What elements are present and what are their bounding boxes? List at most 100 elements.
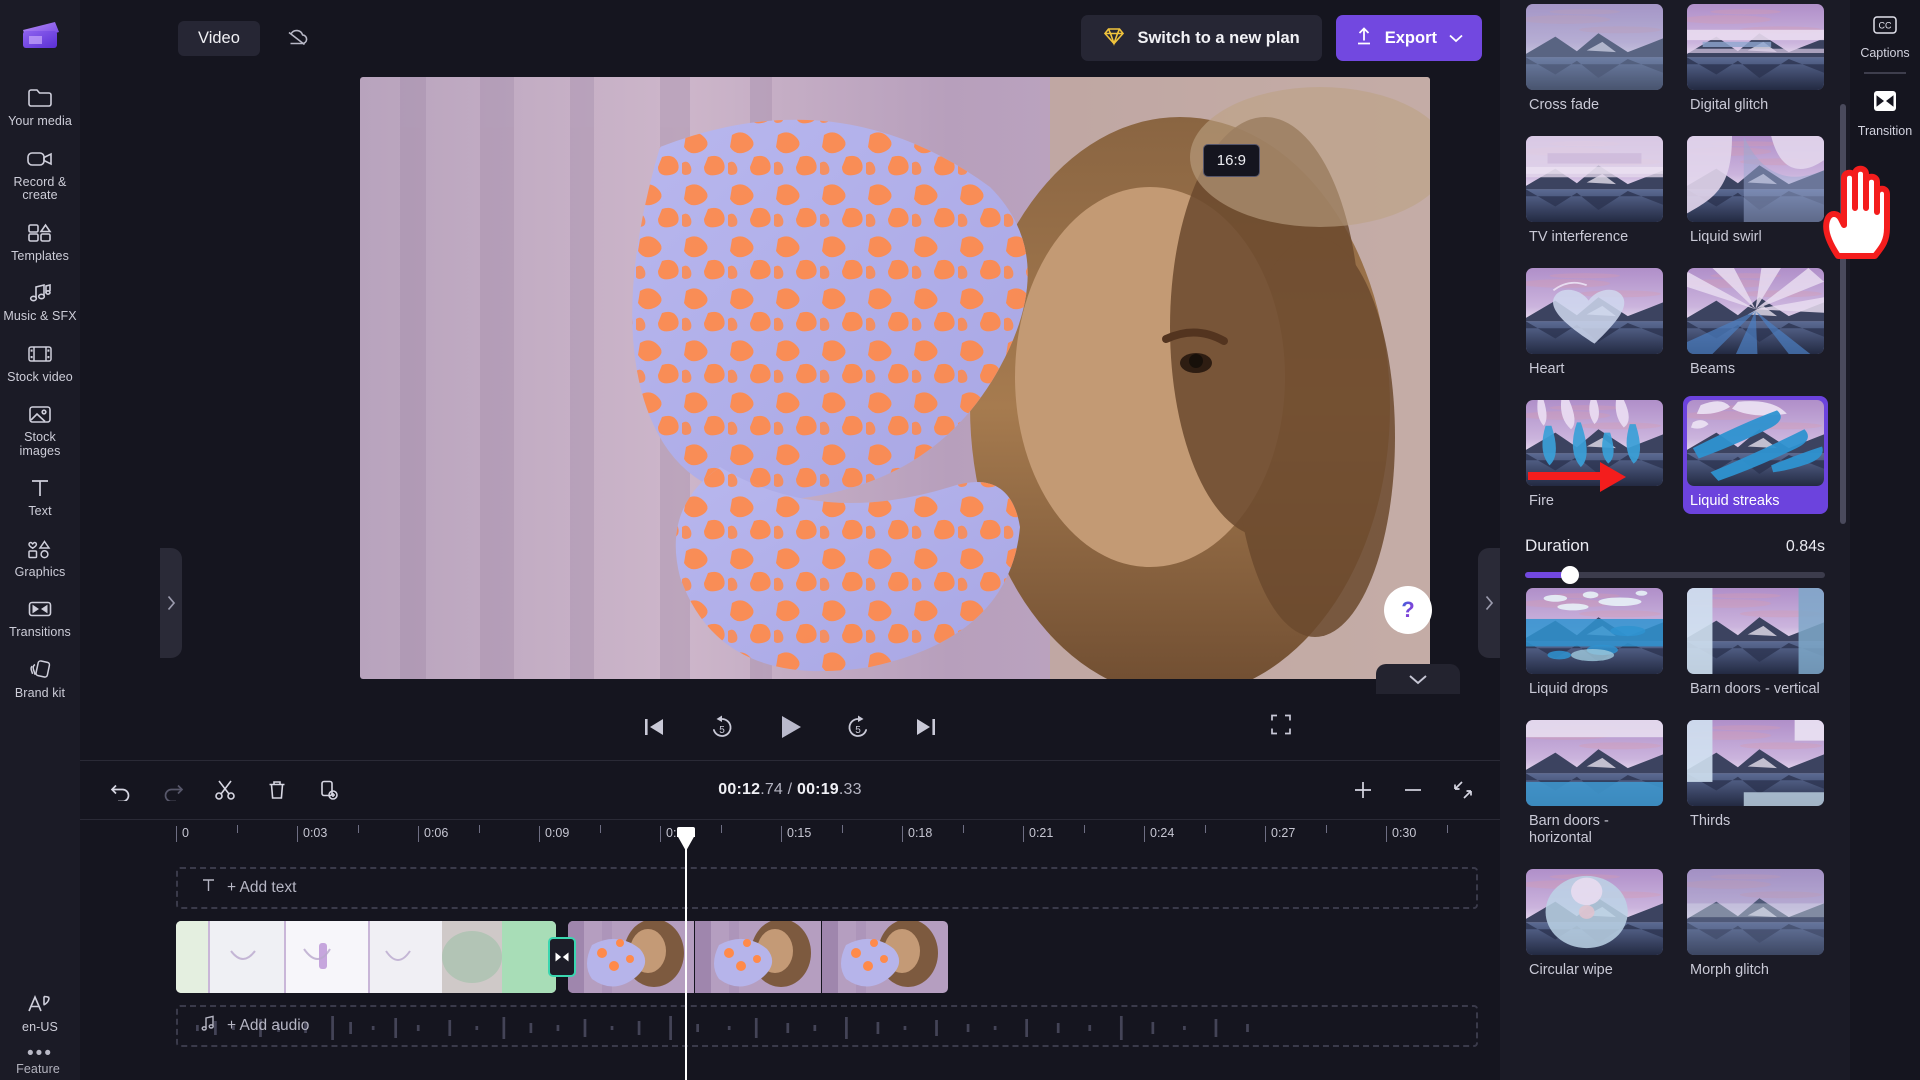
fullscreen-icon[interactable] (1270, 714, 1292, 741)
current-time: 00:12 (718, 781, 761, 798)
export-button[interactable]: Export (1335, 15, 1482, 61)
minus-icon[interactable] (1400, 777, 1426, 803)
video-tab[interactable]: Video (178, 20, 260, 56)
transition-card-cross-fade[interactable]: Cross fade (1522, 0, 1667, 118)
trash-icon[interactable] (260, 773, 294, 807)
help-button[interactable]: ? (1384, 586, 1432, 634)
transition-card-morph-glitch[interactable]: Morph glitch (1683, 865, 1828, 983)
image-icon (26, 401, 54, 427)
redo-icon[interactable] (156, 773, 190, 807)
timeline-clip-a[interactable] (176, 921, 556, 993)
sidebar-item-record-create[interactable]: Record & create (0, 137, 80, 211)
transition-card-liquid-streaks[interactable]: Liquid streaks (1683, 396, 1828, 514)
cloud-offline-icon[interactable] (282, 23, 312, 53)
sidebar-item-stock-video[interactable]: Stock video (0, 332, 80, 393)
right-rail-captions[interactable]: CC Captions (1850, 0, 1920, 68)
transition-card-liquid-drops[interactable]: Liquid drops (1522, 584, 1667, 702)
transition-card-beams[interactable]: Beams (1683, 264, 1828, 382)
annotation-arrow-right (1528, 460, 1628, 499)
transition-card-liquid-swirl[interactable]: Liquid swirl (1683, 132, 1828, 250)
hand-cursor-annotation (1820, 160, 1898, 265)
transition-card-digital-glitch[interactable]: Digital glitch (1683, 0, 1828, 118)
collapse-preview-button[interactable] (1376, 664, 1460, 694)
aspect-ratio-button[interactable]: 16:9 (1202, 144, 1260, 177)
transition-card-barn-doors-horizontal[interactable]: Barn doors - horizontal (1522, 716, 1667, 851)
transition-chip[interactable] (548, 937, 576, 977)
timeline-ruler[interactable]: 00:030:060:090:120:150:180:210:240:270:3… (80, 819, 1500, 849)
sidebar-item-label: Text (28, 504, 52, 518)
audio-waveform (196, 1016, 1249, 1040)
sidebar-item-label: Stock images (19, 430, 61, 458)
expand-left-panel-button[interactable] (160, 548, 182, 658)
duration-slider[interactable] (1525, 566, 1825, 584)
transition-thumbnail-morph-glitch (1687, 869, 1824, 955)
right-rail-divider (1864, 72, 1906, 74)
timeline-clip-b[interactable] (568, 921, 948, 993)
rewind-5-icon[interactable]: 5 (705, 710, 739, 744)
ruler-subtick (841, 825, 843, 833)
transition-card-tv-interference[interactable]: TV interference (1522, 132, 1667, 250)
sidebar-item-music-sfx[interactable]: Music & SFX (0, 271, 80, 332)
transition-icon (1871, 88, 1899, 119)
sidebar-item-label: Brand kit (14, 685, 66, 700)
ruler-tick: 0:30 (1386, 826, 1416, 842)
sidebar-item-templates[interactable]: Templates (0, 211, 80, 272)
sidebar-item-text[interactable]: Text (0, 466, 80, 527)
text-track[interactable]: + Add text (176, 867, 1478, 909)
skip-previous-icon[interactable] (637, 710, 671, 744)
transition-card-heart[interactable]: Heart (1522, 264, 1667, 382)
transition-thumbnail-heart (1526, 268, 1663, 354)
sidebar-item-language[interactable]: en-US (0, 982, 80, 1043)
collapse-right-panel-button[interactable] (1478, 548, 1500, 658)
duration-slider-knob[interactable] (1561, 566, 1579, 584)
fit-to-screen-icon[interactable] (1450, 777, 1476, 803)
undo-icon[interactable] (104, 773, 138, 807)
video-preview[interactable] (360, 77, 1430, 679)
transition-card-thirds[interactable]: Thirds (1683, 716, 1828, 851)
play-button[interactable] (773, 710, 807, 744)
switch-plan-button[interactable]: Switch to a new plan (1081, 15, 1322, 61)
forward-5-icon[interactable]: 5 (841, 710, 875, 744)
ruler-tick: 0:03 (297, 826, 327, 842)
sidebar-item-label: Record & create (13, 174, 67, 202)
duplicate-icon[interactable] (312, 773, 346, 807)
right-rail-transition-label: Transition (1857, 124, 1913, 138)
sidebar-item-label: Music & SFX (3, 309, 77, 323)
sidebar-item-transitions[interactable]: Transitions (0, 587, 80, 648)
skip-next-icon[interactable] (909, 710, 943, 744)
timeline-toolbar: 00:12.74 / 00:19.33 (80, 761, 1500, 819)
transition-label: Heart (1529, 361, 1565, 377)
ellipsis-icon[interactable]: ••• (0, 1043, 80, 1063)
ruler-tick: 0 (176, 826, 189, 842)
sidebar-item-brand-kit[interactable]: Brand kit (0, 648, 80, 709)
video-track (176, 921, 1478, 993)
right-rail-transition[interactable]: Transition (1850, 78, 1920, 146)
transition-label: Circular wipe (1529, 962, 1613, 978)
ruler-tick: 0:18 (902, 826, 932, 842)
sidebar-item-your-media[interactable]: Your media (0, 76, 80, 137)
plus-icon[interactable] (1350, 777, 1376, 803)
music-note-icon (200, 1015, 217, 1037)
transition-card-circular-wipe[interactable]: Circular wipe (1522, 865, 1667, 983)
top-toolbar: Video Switch to a new plan Export (80, 0, 1500, 76)
sidebar-item-label: Transitions (9, 625, 71, 639)
shapes-icon (26, 536, 54, 562)
video-camera-icon (26, 146, 54, 172)
ruler-subtick (599, 825, 601, 833)
sidebar-language-label: en-US (22, 1020, 58, 1034)
scissors-icon[interactable] (208, 773, 242, 807)
sidebar-item-label: Templates (11, 248, 69, 263)
transition-label: Liquid streaks (1690, 493, 1780, 509)
transition-card-barn-doors-vertical[interactable]: Barn doors - vertical (1683, 584, 1828, 702)
transition-label: Liquid drops (1529, 681, 1608, 697)
ruler-tick: 0:27 (1265, 826, 1295, 842)
sidebar-item-label: Graphics (14, 564, 66, 579)
sidebar-bottom-group: en-US ••• Feature (0, 982, 80, 1080)
sidebar-item-graphics[interactable]: Graphics (0, 527, 80, 588)
sidebar-item-stock-images[interactable]: Stock images (0, 392, 80, 466)
playhead[interactable] (677, 827, 695, 1080)
transition-label: Thirds (1690, 813, 1731, 829)
preview-stage: 16:9 ? 5 5 (80, 76, 1626, 760)
timeline-tracks: + Add text + Add audio (80, 849, 1500, 1047)
audio-track[interactable]: + Add audio (176, 1005, 1478, 1047)
